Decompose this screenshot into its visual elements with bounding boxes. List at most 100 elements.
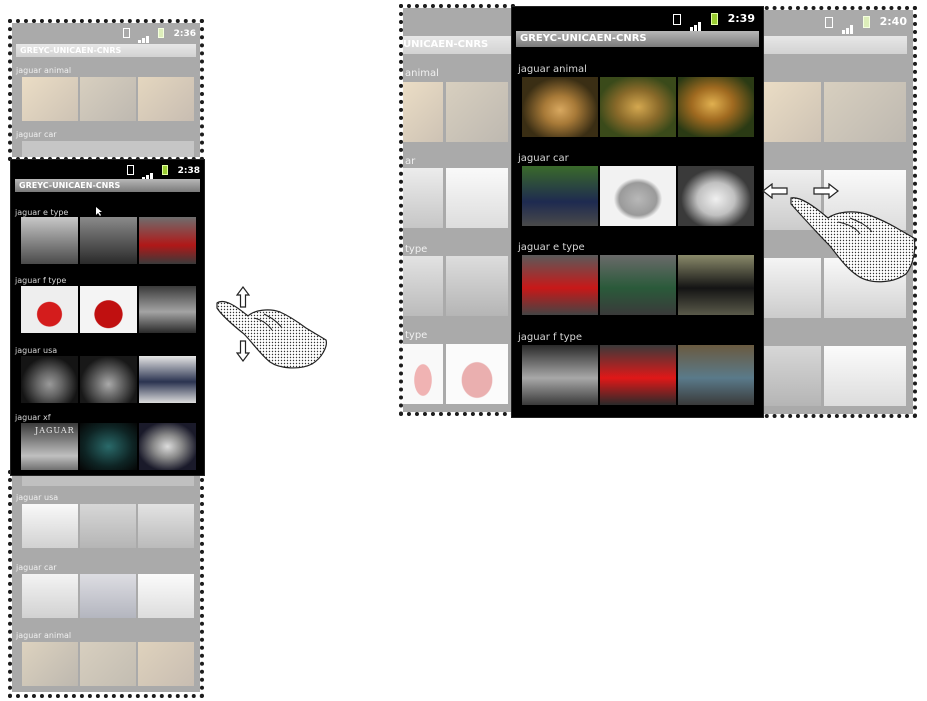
thumbnail (824, 346, 906, 406)
category-label: jaguar xf (15, 413, 51, 422)
cursor-icon (96, 207, 102, 216)
jaguar-logo-text: JAGUAR (35, 426, 75, 435)
thumbnail (761, 346, 821, 406)
car-thumbnail[interactable] (80, 356, 137, 403)
thumbnail (446, 256, 508, 316)
car-thumbnail[interactable] (80, 286, 137, 333)
thumbnail (403, 168, 443, 228)
category-label: jaguar e type (518, 242, 585, 253)
signal-icon (138, 23, 150, 43)
thumbnail (22, 77, 78, 121)
app-title: GREYC-UNICAEN-CNRS (516, 31, 759, 47)
thumbnail (80, 504, 136, 548)
car-thumbnail[interactable]: JAGUAR (21, 423, 78, 470)
car-thumbnail[interactable] (21, 286, 78, 333)
top-faded-screen: 2:36 GREYC-UNICAEN-CNRS jaguar animal ja… (12, 23, 200, 157)
app-title: GREYC-UNICAEN-CNRS (16, 44, 196, 57)
thumbnail (22, 504, 78, 548)
left-main-screen: 2:38 GREYC-UNICAEN-CNRS jaguar e type ja… (10, 159, 205, 476)
category-label: jaguar usa (15, 346, 58, 355)
right-main-screen: 2:39 GREYC-UNICAEN-CNRS jaguar animal ja… (511, 6, 764, 418)
category-label: jaguar f type (518, 332, 583, 343)
partial-label: animal (405, 68, 439, 79)
thumbnail (403, 82, 443, 142)
battery-icon (162, 165, 169, 175)
category-label: jaguar animal (518, 64, 587, 75)
title-bar-partial (761, 36, 907, 54)
thumbnail (138, 642, 194, 686)
sim-icon (123, 28, 131, 38)
car-thumbnail[interactable] (678, 345, 754, 405)
signal-icon (689, 7, 702, 31)
category-label: jaguar usa (16, 493, 59, 502)
category-label: jaguar e type (15, 208, 69, 217)
thumbnail (446, 168, 508, 228)
thumbnail (403, 256, 443, 316)
car-thumbnail[interactable] (139, 423, 196, 470)
partial-app-title: UNICAEN-CNRS (403, 36, 511, 54)
car-thumbnail[interactable] (21, 356, 78, 403)
car-thumbnail[interactable] (522, 345, 598, 405)
thumbnail (138, 77, 194, 121)
animal-thumbnail[interactable] (678, 77, 754, 137)
thumbnail (824, 82, 906, 142)
thumbnail (138, 504, 194, 548)
partial-label: type (405, 330, 428, 341)
thumbnail (138, 574, 194, 618)
battery-icon (158, 28, 165, 38)
car-thumbnail[interactable] (600, 255, 676, 315)
partial-label: type (405, 244, 428, 255)
category-label: jaguar animal (16, 631, 72, 640)
pointing-hand-icon (216, 300, 327, 369)
car-thumbnail[interactable] (139, 356, 196, 403)
pointing-hand-icon (790, 197, 916, 283)
car-thumbnail[interactable] (600, 166, 676, 226)
arrow-left-icon (762, 183, 788, 199)
thumbnail (761, 82, 821, 142)
category-label: jaguar car (16, 130, 57, 139)
animal-thumbnail[interactable] (600, 77, 676, 137)
app-title: GREYC-UNICAEN-CNRS (15, 179, 200, 192)
sim-icon (673, 13, 682, 25)
car-thumbnail[interactable] (139, 217, 196, 264)
thumbnail (22, 476, 194, 486)
category-label: jaguar car (518, 153, 569, 164)
category-label: jaguar f type (15, 276, 67, 285)
thumbnail (80, 77, 136, 121)
car-thumbnail[interactable] (80, 217, 137, 264)
sim-icon (127, 165, 135, 175)
thumbnail (403, 344, 443, 404)
car-thumbnail[interactable] (678, 255, 754, 315)
status-bar: 2:36 (12, 23, 200, 43)
thumbnail (22, 141, 194, 157)
thumbnail (446, 344, 508, 404)
battery-icon (862, 16, 870, 28)
thumbnail (22, 642, 78, 686)
car-thumbnail[interactable] (139, 286, 196, 333)
car-thumbnail[interactable] (522, 255, 598, 315)
thumbnail (22, 574, 78, 618)
status-bar: 2:40 (761, 10, 913, 34)
signal-icon (142, 160, 154, 180)
animal-thumbnail[interactable] (522, 77, 598, 137)
thumbnail (446, 82, 508, 142)
category-label: jaguar animal (16, 66, 72, 75)
car-thumbnail[interactable] (21, 217, 78, 264)
category-label: jaguar car (16, 563, 57, 572)
car-thumbnail[interactable] (522, 166, 598, 226)
car-thumbnail[interactable] (80, 423, 137, 470)
battery-icon (710, 13, 718, 25)
clock: 2:39 (727, 12, 755, 25)
status-bar: 2:39 (512, 7, 763, 31)
clock: 2:36 (173, 28, 196, 39)
car-thumbnail[interactable] (600, 345, 676, 405)
bottom-faded-screen: jaguar usa jaguar car jaguar animal (12, 476, 200, 692)
clock: 2:40 (879, 15, 907, 28)
thumbnail (80, 642, 136, 686)
partial-label: ar (405, 156, 416, 167)
sim-icon (825, 16, 834, 28)
signal-icon (841, 10, 854, 34)
thumbnail (80, 574, 136, 618)
car-thumbnail[interactable] (678, 166, 754, 226)
status-bar: 2:38 (11, 160, 204, 180)
